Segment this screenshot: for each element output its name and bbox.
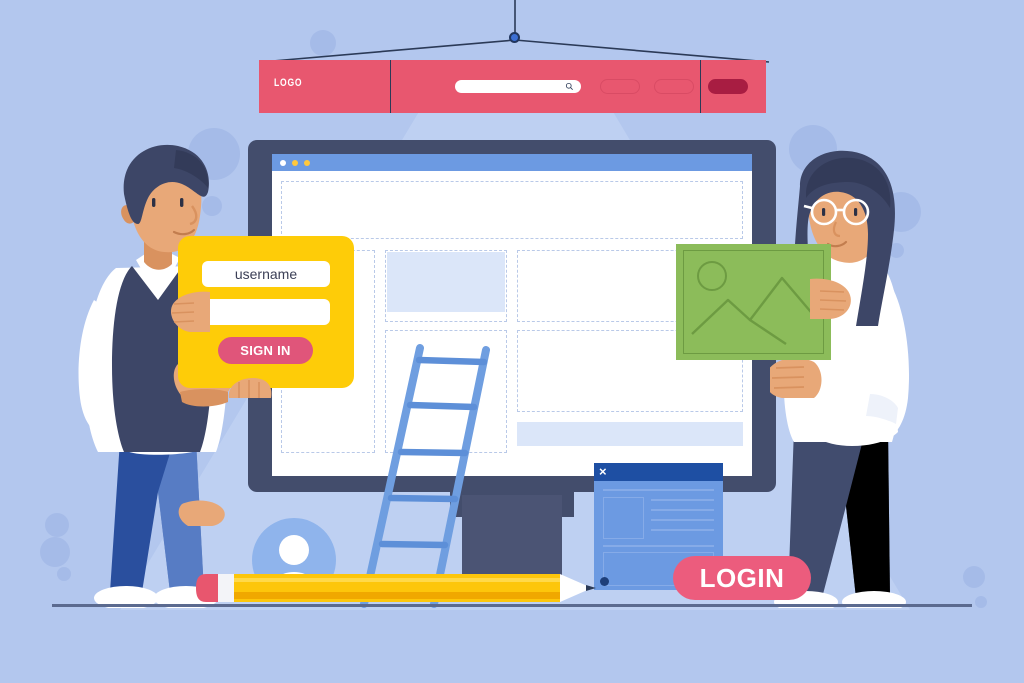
dialog-thumb-box [603,497,644,539]
login-button[interactable]: LOGIN [673,556,811,600]
traffic-light-dot[interactable] [292,160,298,166]
dialog-line [603,489,714,492]
browser-title-bar [272,154,752,171]
dialog-line [651,519,714,522]
sign-in-button[interactable]: SIGN IN [218,337,313,364]
traffic-light-dot[interactable] [280,160,286,166]
navbar-logo[interactable]: LOGO [274,77,302,89]
dialog-title-bar: × [594,463,723,481]
wireframe-fill-a [387,252,505,312]
nav-pill-cta[interactable] [708,79,748,94]
website-navbar: LOGO [259,60,766,113]
username-value: username [234,266,298,282]
dialog-line [651,529,714,532]
navbar-divider [390,60,392,113]
traffic-light-dot[interactable] [304,160,310,166]
left-hand-bottom-overlay [228,378,272,398]
ground-line [52,604,972,607]
nav-pill-two[interactable] [654,79,694,94]
login-button-label: LOGIN [699,563,785,593]
search-input[interactable] [455,80,581,93]
illustration-scene: LOGO username SIGN IN × LOGIN [0,0,1024,683]
pencil [196,574,596,602]
dialog-line [651,499,714,502]
dialog-resize-handle[interactable] [600,577,609,586]
navbar-divider [700,60,702,113]
search-icon [565,82,573,90]
dialog-line [603,545,714,548]
image-placeholder-icon [691,261,817,345]
nav-pill-one[interactable] [600,79,640,94]
left-hand-overlay [170,291,210,332]
username-field[interactable]: username [202,261,330,287]
hanger-pin [509,32,520,43]
close-icon[interactable]: × [599,465,607,479]
wireframe-fill-b [517,422,743,446]
wireframe-hero [281,181,743,239]
password-field[interactable] [202,299,330,325]
dialog-line [651,509,714,512]
image-placeholder-card [676,244,831,360]
right-hand-overlay [810,278,851,319]
sign-in-label: SIGN IN [240,343,291,358]
decor-circle [975,596,987,608]
person-right [770,150,910,608]
decor-circle [963,566,985,588]
